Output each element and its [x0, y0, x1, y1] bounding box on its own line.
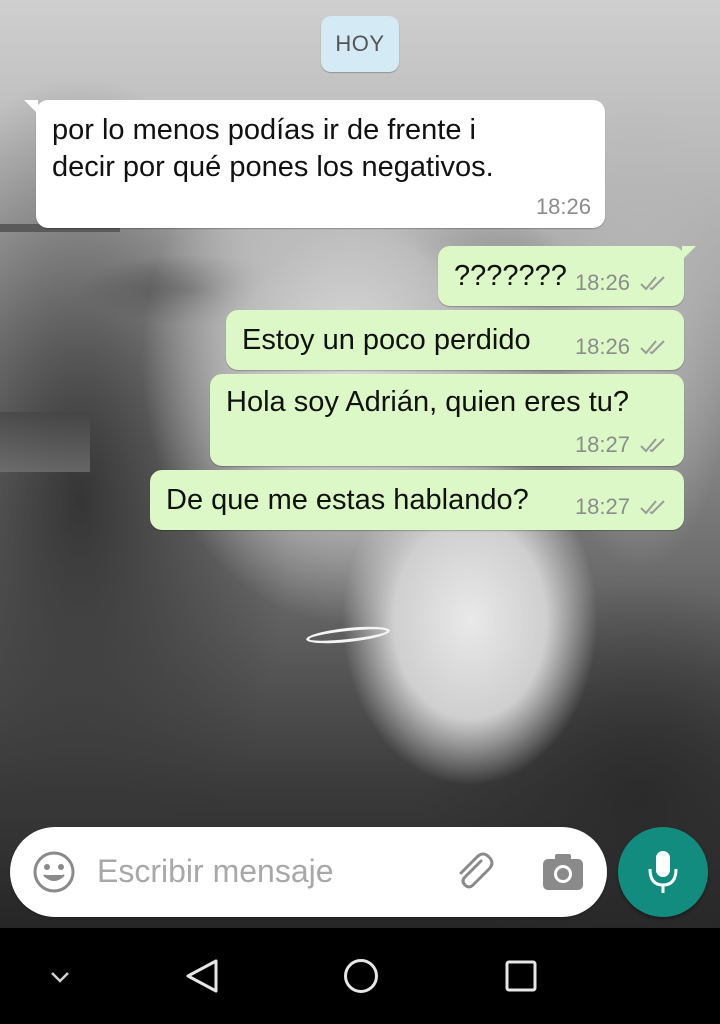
- microphone-button[interactable]: [618, 827, 708, 917]
- read-double-check-icon: [640, 498, 670, 516]
- chevron-down-icon[interactable]: [50, 970, 70, 988]
- back-triangle-icon[interactable]: [184, 958, 220, 999]
- system-navigation-bar: [0, 928, 720, 1024]
- outgoing-message-bubble[interactable]: Hola soy Adrián, quien eres tu? 18:27: [210, 374, 684, 466]
- message-meta: 18:26: [575, 270, 670, 296]
- message-time: 18:26: [574, 334, 630, 359]
- bubble-tail: [682, 246, 696, 260]
- home-circle-icon[interactable]: [343, 958, 379, 999]
- outgoing-message-bubble[interactable]: Estoy un poco perdido 18:26: [226, 310, 684, 370]
- message-input[interactable]: Escribir mensaje: [97, 853, 334, 890]
- read-double-check-icon: [640, 338, 670, 356]
- message-time: 18:27: [574, 494, 630, 519]
- message-time: 18:26: [574, 270, 630, 295]
- message-text: Hola soy Adrián, quien eres tu?: [226, 386, 630, 418]
- recents-square-icon[interactable]: [505, 960, 537, 997]
- message-meta: 18:26: [575, 334, 670, 360]
- microphone-icon: [648, 851, 678, 893]
- date-divider: HOY: [321, 16, 399, 72]
- emoji-icon[interactable]: [32, 850, 76, 894]
- read-double-check-icon: [640, 436, 670, 454]
- message-meta: 18:26: [536, 194, 591, 220]
- read-double-check-icon: [640, 274, 670, 292]
- outgoing-message-bubble[interactable]: ??????? 18:26: [438, 246, 696, 306]
- outgoing-message-bubble[interactable]: De que me estas hablando? 18:27: [150, 470, 684, 530]
- attach-clip-icon[interactable]: [451, 849, 497, 895]
- wallpaper-detail: [0, 412, 90, 472]
- message-composer[interactable]: Escribir mensaje: [10, 827, 607, 917]
- message-time: 18:27: [574, 432, 630, 457]
- wallpaper-detail: [305, 623, 391, 647]
- message-meta: 18:27: [575, 432, 670, 458]
- message-time: 18:26: [535, 194, 591, 219]
- incoming-message-bubble[interactable]: por lo menos podías ir de frente i decir…: [24, 100, 605, 228]
- camera-icon[interactable]: [542, 853, 584, 891]
- bubble-tail: [24, 100, 38, 114]
- message-meta: 18:27: [575, 494, 670, 520]
- message-text: por lo menos podías ir de frente i decir…: [52, 114, 494, 183]
